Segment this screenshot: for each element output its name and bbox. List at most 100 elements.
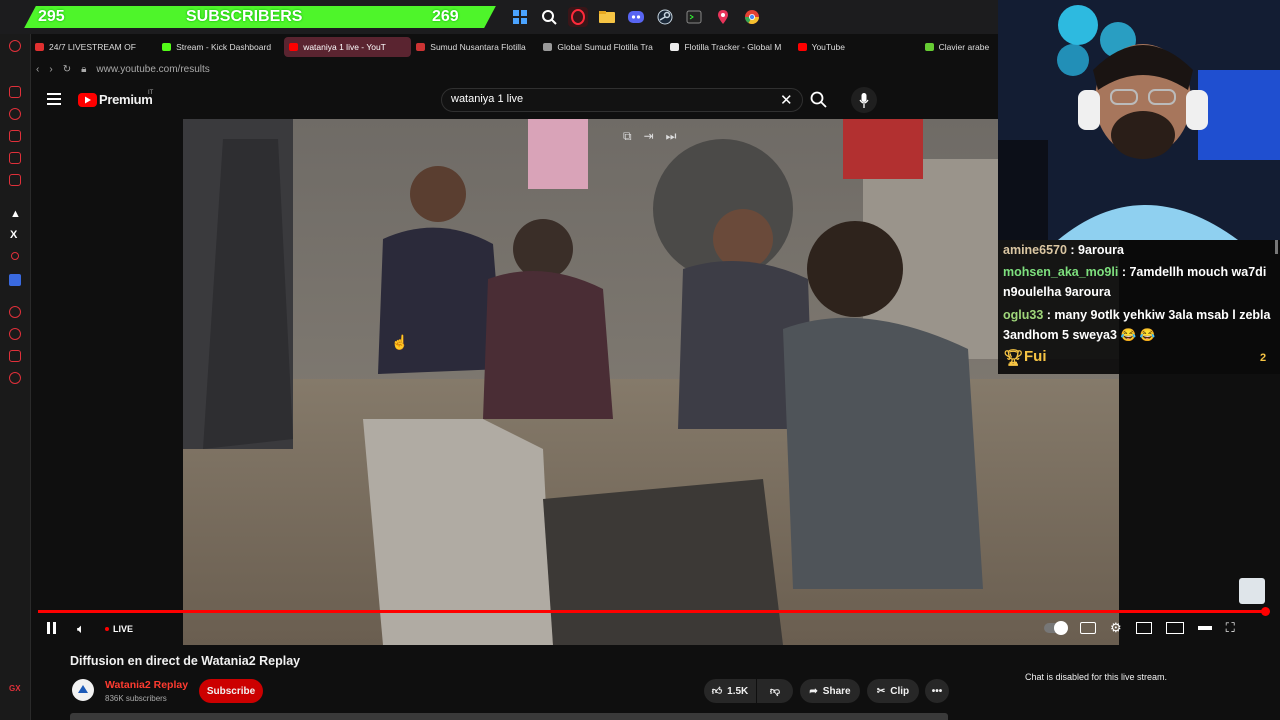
tab-favicon-icon	[797, 43, 807, 51]
autoplay-toggle-icon[interactable]	[1044, 621, 1068, 635]
tab-label: 24/7 LIVESTREAM OF	[49, 42, 136, 52]
subtitles-icon[interactable]	[1080, 622, 1096, 634]
dislike-button[interactable]: 👎︎	[757, 679, 793, 703]
theater-mode-icon[interactable]	[1165, 622, 1184, 634]
browser-tab[interactable]: Global Sumud Flotilla Tra	[538, 37, 665, 57]
tab-label: Sumud Nusantara Flotilla	[430, 42, 526, 52]
browser-tab[interactable]: Flotilla Tracker - Global M	[665, 37, 792, 57]
search-icon[interactable]	[539, 7, 559, 27]
history-icon[interactable]	[9, 328, 21, 340]
windows-start-icon[interactable]	[510, 7, 530, 27]
x-twitter-icon[interactable]: X	[10, 229, 17, 241]
browser-tab[interactable]: Clavier arabe	[920, 37, 998, 57]
channel-avatar[interactable]	[72, 679, 94, 701]
browser-tab[interactable]: wataniya 1 live - YouT	[284, 37, 412, 57]
opera-logo-icon[interactable]	[9, 40, 21, 52]
voice-search-icon[interactable]	[851, 87, 877, 113]
video-title: Diffusion en direct de Watania2 Replay	[70, 654, 301, 668]
progress-scrubber[interactable]	[1261, 607, 1270, 616]
url-text[interactable]: www.youtube.com/results	[96, 64, 209, 75]
music-player-icon[interactable]	[9, 174, 21, 186]
chat-disabled-notice: Chat is disabled for this live stream.	[1025, 672, 1168, 682]
tab-favicon-icon	[543, 43, 553, 51]
lock-icon: 🔒︎	[81, 63, 87, 75]
back-icon[interactable]: ‹	[36, 64, 39, 75]
cast-icon[interactable]: ⇥	[644, 129, 654, 144]
browser-tab[interactable]: Sumud Nusantara Flotilla	[411, 37, 538, 57]
search-input-value[interactable]: wataniya 1 live	[451, 93, 523, 105]
description-preview[interactable]	[70, 713, 948, 720]
channel-name[interactable]: Watania2 Replay	[105, 679, 188, 691]
video-player[interactable]: ⧉ ⇥ ⏭︎ ☝	[183, 119, 1119, 645]
opera-gx-icon[interactable]	[568, 7, 588, 27]
streamer-webcam	[998, 0, 1280, 240]
gx-cleaner-icon[interactable]	[9, 130, 21, 142]
discord-icon[interactable]	[626, 7, 646, 27]
reload-icon[interactable]: ↻	[63, 64, 71, 75]
messenger-icon[interactable]	[9, 152, 21, 164]
miniplayer-icon[interactable]	[1135, 622, 1152, 634]
clip-button[interactable]: ✂ Clip	[867, 679, 919, 703]
instagram-icon[interactable]	[11, 252, 19, 260]
taskbar-tray	[510, 6, 762, 28]
file-explorer-icon[interactable]	[597, 7, 617, 27]
tab-favicon-icon	[670, 43, 680, 51]
miniplayer-icon[interactable]: ⧉	[623, 129, 632, 144]
menu-hamburger-icon[interactable]	[47, 93, 61, 105]
subs-left-count: 295	[38, 8, 65, 25]
browser-tab[interactable]: YouTube	[793, 37, 920, 57]
more-actions-button[interactable]: •••	[925, 679, 949, 703]
terminal-icon[interactable]	[684, 7, 704, 27]
vpn-shield-icon[interactable]	[9, 274, 21, 286]
browser-tab[interactable]: Stream - Kick Dashboard	[157, 37, 284, 57]
forward-icon[interactable]: ›	[49, 64, 52, 75]
poll-label: Fui	[1024, 348, 1047, 365]
tab-label: wataniya 1 live - YouT	[303, 42, 386, 52]
gx-badge-icon: GX	[9, 684, 21, 693]
extensions-icon[interactable]	[9, 350, 21, 362]
gx-control-icon[interactable]	[9, 108, 21, 120]
webcam-frame	[998, 0, 1280, 240]
browser-tab[interactable]: 24/7 LIVESTREAM OF	[30, 37, 157, 57]
chat-scrollbar[interactable]	[1275, 240, 1278, 254]
progress-bar[interactable]	[38, 610, 1266, 613]
twitch-icon[interactable]	[9, 86, 21, 98]
tab-label: YouTube	[811, 42, 845, 52]
chrome-icon[interactable]	[742, 7, 762, 27]
subs-label: SUBSCRIBERS	[186, 8, 303, 25]
live-dot	[105, 627, 109, 631]
share-arrow-icon: ➦	[809, 685, 818, 697]
chat-username: mohsen_aka_mo9li	[1003, 265, 1119, 279]
like-count: 1.5K	[727, 685, 749, 697]
chat-message: amine6570 : 9aroura	[1003, 240, 1271, 260]
search-button-icon[interactable]	[810, 91, 827, 113]
youtube-logo-icon[interactable]	[78, 93, 97, 107]
channel-subscribers: 836K subscribers	[105, 694, 167, 703]
maps-pin-icon[interactable]	[713, 7, 733, 27]
chat-message: oglu33 : many 9otlk yehkiw 3ala msab l z…	[1003, 305, 1271, 345]
youtube-premium-text[interactable]: Premium	[99, 92, 153, 107]
aria-icon[interactable]: ▲	[10, 208, 21, 220]
browser-sidebar: ▲ X GX	[0, 34, 31, 720]
cast-screen-icon[interactable]	[1197, 626, 1212, 630]
trophy-icon: 🏆︎	[1003, 350, 1024, 367]
clear-search-icon[interactable]: ✕	[780, 91, 793, 109]
settings-gear-icon[interactable]	[9, 372, 21, 384]
subscribe-button[interactable]: Subscribe	[199, 679, 263, 703]
scissors-icon: ✂	[876, 685, 886, 697]
like-button[interactable]: 👍︎ 1.5K	[704, 679, 756, 703]
pause-icon[interactable]	[47, 622, 56, 634]
live-label: LIVE	[113, 624, 134, 634]
next-video-icon[interactable]: ⏭︎	[666, 129, 677, 144]
player-icon[interactable]	[9, 306, 21, 318]
settings-gear-icon[interactable]: ⚙︎	[1110, 620, 1122, 636]
live-indicator[interactable]: LIVE	[105, 624, 133, 634]
share-button[interactable]: ➦ Share	[800, 679, 860, 703]
volume-icon[interactable]: 🔈︎	[77, 621, 85, 637]
chat-username: oglu33	[1003, 308, 1044, 322]
thumbs-up-icon: 👍︎	[711, 686, 723, 697]
steam-icon[interactable]	[655, 7, 675, 27]
tab-favicon-icon	[416, 43, 426, 51]
fullscreen-icon[interactable]: ⛶	[1226, 620, 1235, 636]
chat-username: amine6570	[1003, 243, 1067, 257]
